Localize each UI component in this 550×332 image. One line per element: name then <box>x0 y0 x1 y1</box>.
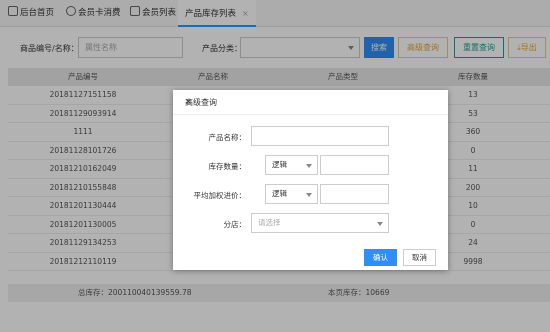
advanced-search-dialog: 高级查询 × 产品名称： 库存数量： 逻辑 平均加权进价： 逻辑 分店： 请选择… <box>173 90 448 270</box>
product-name-label: 产品名称： <box>208 133 247 142</box>
store-label: 分店： <box>223 220 247 229</box>
chevron-down-icon <box>306 193 312 197</box>
price-logic-value: 逻辑 <box>272 189 287 198</box>
stock-logic-select[interactable]: 逻辑 <box>265 155 318 175</box>
stock-qty-input[interactable] <box>320 155 389 175</box>
store-select[interactable]: 请选择 <box>251 213 389 233</box>
close-icon[interactable]: × <box>185 97 438 106</box>
chevron-down-icon <box>377 222 383 226</box>
avg-price-input[interactable] <box>320 184 389 204</box>
dialog-header: 高级查询 × <box>173 90 448 115</box>
chevron-down-icon <box>306 164 312 168</box>
store-placeholder: 请选择 <box>258 218 281 227</box>
avg-price-label: 平均加权进价： <box>193 191 247 200</box>
product-name-input[interactable] <box>251 126 389 146</box>
confirm-button[interactable]: 确认 <box>364 249 397 266</box>
price-logic-select[interactable]: 逻辑 <box>265 184 318 204</box>
stock-qty-label: 库存数量： <box>208 162 247 171</box>
cancel-button[interactable]: 取消 <box>403 249 436 266</box>
stock-logic-value: 逻辑 <box>272 160 287 169</box>
